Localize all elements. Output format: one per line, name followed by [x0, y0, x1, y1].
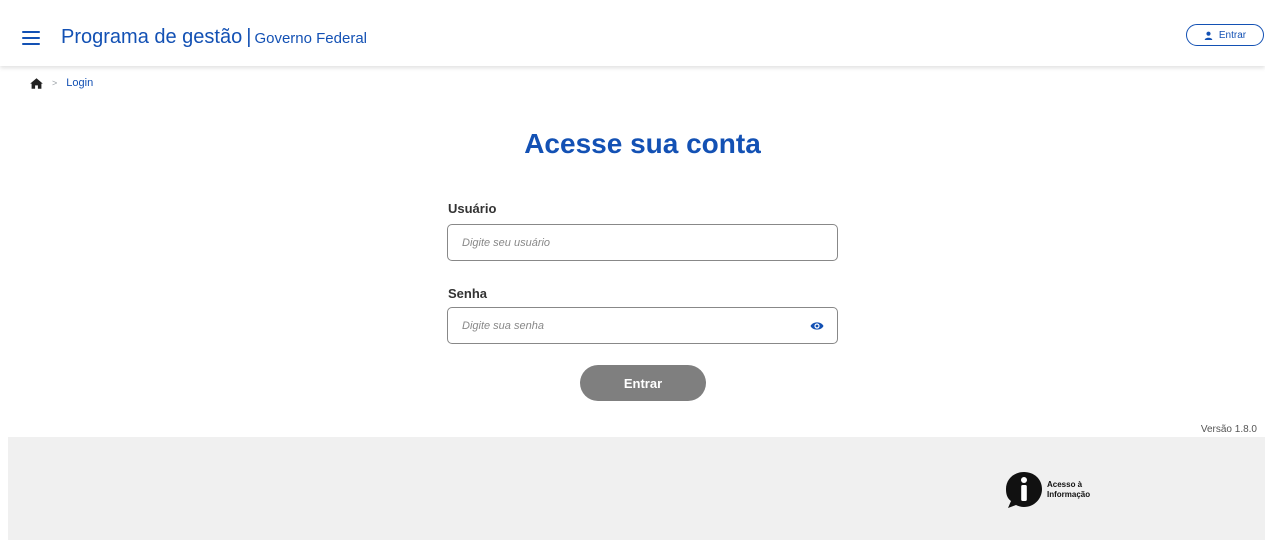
home-icon[interactable]	[30, 77, 43, 89]
page-footer: Acesso à Informação	[8, 437, 1265, 540]
page: Programa de gestão | Governo Federal Entra…	[0, 0, 1265, 540]
access-info-line1: Acesso à	[1047, 480, 1083, 489]
breadcrumb-separator: >	[52, 78, 58, 88]
hamburger-menu-icon[interactable]	[22, 31, 40, 45]
header-login-label: Entrar	[1218, 29, 1247, 41]
access-information-text: Acesso à Informação	[1047, 480, 1090, 500]
page-title: Acesse sua conta	[524, 128, 761, 159]
username-label: Usuário	[448, 201, 497, 216]
app-subtitle: Governo Federal	[254, 30, 367, 47]
version-label: Versão 1.8.0	[1200, 424, 1257, 435]
header-login-button[interactable]: Entrar	[1186, 24, 1264, 46]
top-header: Programa de gestão | Governo Federal Entra…	[0, 0, 1265, 66]
username-field-wrapper	[447, 224, 838, 261]
password-label: Senha	[448, 286, 488, 301]
eye-icon[interactable]	[810, 320, 824, 332]
title-separator: |	[246, 26, 252, 48]
information-icon	[1006, 472, 1042, 508]
breadcrumb-item-login[interactable]: Login	[66, 77, 93, 89]
password-input[interactable]	[448, 308, 837, 343]
breadcrumb: > Login	[30, 76, 93, 90]
app-title: Programa de gestão | Governo Federal	[61, 26, 367, 49]
login-submit-button[interactable]: Entrar	[580, 365, 706, 401]
access-info-line2: Informação	[1047, 490, 1091, 499]
user-icon	[1204, 31, 1213, 40]
username-input[interactable]	[448, 225, 837, 260]
password-field-wrapper	[447, 307, 838, 344]
app-title-main: Programa de gestão	[61, 26, 243, 48]
access-information-logo[interactable]: Acesso à Informação	[1004, 471, 1090, 509]
